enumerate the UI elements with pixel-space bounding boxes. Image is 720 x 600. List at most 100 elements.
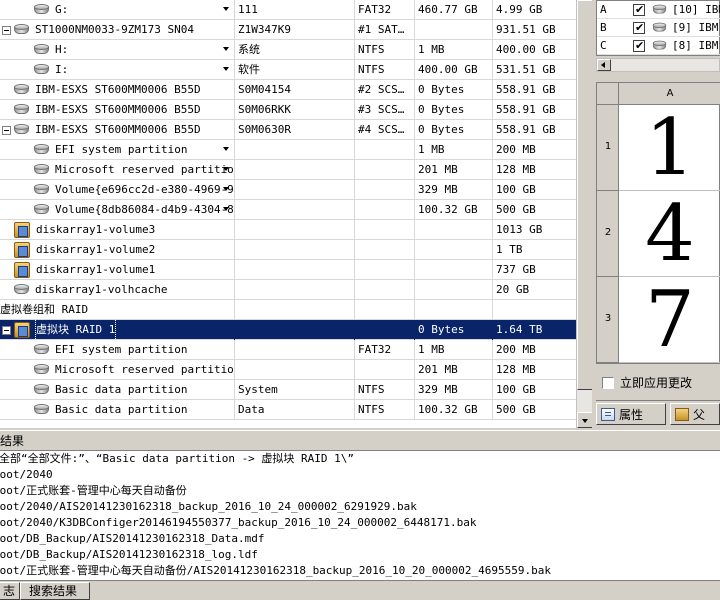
tree-collapse-toggle[interactable] (2, 326, 11, 335)
grid-row-header: 2 (597, 191, 619, 277)
dropdown-arrow-icon[interactable] (223, 47, 229, 51)
disk-icon (652, 22, 667, 34)
result-item[interactable]: Root/2040/AIS20141230162318_backup_2016_… (0, 499, 417, 515)
row-size-cell: 500 GB (496, 203, 536, 216)
row-size-cell: 200 MB (496, 343, 536, 356)
row-fs-cell (355, 240, 415, 260)
disk-table-row[interactable]: EFI system partition 1 MB 200 MB (0, 140, 576, 160)
dropdown-arrow-icon[interactable] (223, 67, 229, 71)
row-free-cell: 329 MB (415, 380, 493, 400)
row-free-cell (415, 220, 493, 240)
tab-properties[interactable]: 属性 (596, 403, 666, 425)
right-panel-tabs: 属性 父 (596, 400, 720, 428)
include-checkbox[interactable] (633, 1, 645, 18)
row-name-cell: diskarray1-volhcache (0, 280, 235, 300)
disk-table-row[interactable]: Volume{8db86084-d4b9-4304-8… 100.32 GB 500… (0, 200, 576, 220)
results-list[interactable]: 全部“全部文件:”、“Basic data partition -> 虚拟块 R… (0, 450, 720, 580)
row-model-cell (235, 260, 355, 280)
row-fs-cell: #2 SCS… (355, 80, 415, 100)
results-panel-title: 结果 (0, 430, 720, 450)
disk-table[interactable]: G: 111 FAT32 460.77 GB 4.99 GB ST1000NM0033-9… (0, 0, 576, 428)
row-free-cell: 0 Bytes (415, 80, 493, 100)
disk-table-row[interactable]: diskarray1-volume3 1013 GB (0, 220, 576, 240)
partition-icon (34, 4, 49, 16)
checkbox-box[interactable] (602, 377, 614, 389)
result-item[interactable]: Root/正式账套-管理中心每天自动备份 (0, 483, 187, 499)
disk-table-row[interactable]: IBM-ESXS ST600MM0006 B55D S0M0630R #4 SCS…… (0, 120, 576, 140)
disk-table-row[interactable]: Volume{e696cc2d-e380-4969-9… 329 MB 100 GB (0, 180, 576, 200)
disk-table-row[interactable]: EFI system partition FAT32 1 MB 200 MB (0, 340, 576, 360)
raid-list-item[interactable]: B [9] IBM- (597, 19, 720, 37)
row-name-label: Microsoft reserved partition (55, 363, 235, 376)
group-header-row[interactable]: 虚拟卷组和 RAID (0, 300, 576, 320)
row-free-cell: 329 MB (415, 180, 493, 200)
row-name-cell: G: (0, 0, 235, 20)
result-item[interactable]: Root/2040 (0, 467, 53, 483)
partition-icon (34, 404, 49, 416)
tree-collapse-toggle[interactable] (2, 126, 11, 135)
row-free-cell (415, 260, 493, 280)
partition-icon (34, 204, 49, 216)
dropdown-arrow-icon[interactable] (223, 7, 229, 11)
disk-table-row[interactable]: Microsoft reserved partition 201 MB 128 MB (0, 360, 576, 380)
disk-table-row[interactable]: Basic data partition System NTFS 329 MB 100 … (0, 380, 576, 400)
include-checkbox[interactable] (633, 19, 645, 36)
disk-table-row[interactable]: 虚拟块 RAID 1 0 Bytes 1.64 TB (0, 320, 576, 340)
dropdown-arrow-icon[interactable] (223, 147, 229, 151)
disk-icon (14, 124, 29, 136)
row-fs-cell (355, 260, 415, 280)
partition-icon (34, 384, 49, 396)
row-size-cell: 500 GB (496, 403, 536, 416)
result-item[interactable]: Root/DB_Backup/AIS20141230162318_Data.md… (0, 531, 265, 547)
tab-search-results[interactable]: 搜索结果 (20, 582, 90, 600)
disk-table-row[interactable]: IBM-ESXS ST600MM0006 B55D S0M04154 #2 SCS…… (0, 80, 576, 100)
result-item[interactable]: Root/正式账套-管理中心每天自动备份/AIS20141230162318_b… (0, 563, 551, 579)
tree-collapse-toggle[interactable] (2, 26, 11, 35)
disk-table-row[interactable]: ST1000NM0033-9ZM173 SN04 Z1W347K9 #1 SAT… 9… (0, 20, 576, 40)
row-fs-cell: NTFS (355, 40, 415, 60)
result-item[interactable]: 全部“全部文件:”、“Basic data partition -> 虚拟块 R… (0, 451, 354, 467)
disk-table-row[interactable]: G: 111 FAT32 460.77 GB 4.99 GB (0, 0, 576, 20)
disk-table-row[interactable]: diskarray1-volume2 1 TB (0, 240, 576, 260)
row-name-cell: diskarray1-volume3 (0, 220, 235, 240)
tab-log[interactable]: 志 (0, 582, 20, 600)
disk-table-row[interactable]: Microsoft reserved partition 201 MB 128 MB (0, 160, 576, 180)
disk-table-row[interactable]: diskarray1-volume1 737 GB (0, 260, 576, 280)
disk-table-vertical-scrollbar[interactable] (576, 0, 593, 428)
row-model-cell (235, 180, 355, 200)
raid-list-item[interactable]: C [8] IBM- (597, 37, 720, 55)
row-name-cell: diskarray1-volume1 (0, 260, 235, 280)
grid-cell-value: 1 (619, 105, 720, 191)
row-name-cell: IBM-ESXS ST600MM0006 B55D (0, 80, 235, 100)
row-model-cell (235, 320, 355, 340)
raid-list-item[interactable]: A [10] IBM- (597, 1, 720, 19)
result-item[interactable]: Root/2040/K3DBConfiger20146194550377_bac… (0, 515, 476, 531)
raid-list-horizontal-scrollbar[interactable] (596, 58, 720, 72)
dropdown-arrow-icon[interactable] (223, 207, 229, 211)
scrollbar-thumb[interactable] (577, 0, 593, 390)
tab-parent[interactable]: 父 (670, 403, 720, 425)
disk-table-row[interactable]: IBM-ESXS ST600MM0006 B55D S0M06RKK #3 SCS…… (0, 100, 576, 120)
scroll-down-button[interactable] (577, 412, 593, 428)
row-name-label: diskarray1-volume1 (36, 263, 156, 276)
row-size-cell (493, 300, 576, 320)
disk-table-row[interactable]: I: 软件 NTFS 400.00 GB 531.51 GB (0, 60, 576, 80)
include-checkbox[interactable] (633, 37, 645, 54)
row-model-cell: 系统 (235, 40, 355, 60)
grid-row-header-label: 3 (604, 313, 612, 324)
raid-disk-list[interactable]: A [10] IBM- B [9] IBM- C [8] IBM- (596, 0, 720, 56)
row-name-label: Basic data partition (55, 403, 188, 416)
row-size-cell: 931.51 GB (496, 23, 556, 36)
dropdown-arrow-icon[interactable] (223, 187, 229, 191)
result-item[interactable]: Root/DB_Backup/AIS20141230162318_log.ldf (0, 547, 258, 563)
disk-table-row[interactable]: Basic data partition Data NTFS 100.32 GB 500… (0, 400, 576, 420)
row-name-cell: EFI system partition (0, 340, 235, 360)
array-icon (14, 222, 30, 238)
scroll-left-button[interactable] (597, 59, 611, 71)
dropdown-arrow-icon[interactable] (223, 167, 229, 171)
disk-table-row[interactable]: diskarray1-volhcache 20 GB (0, 280, 576, 300)
row-fs-cell: FAT32 (355, 0, 415, 20)
row-model-cell: Data (235, 400, 355, 420)
tab-parent-label: 父 (693, 408, 706, 422)
disk-table-row[interactable]: H: 系统 NTFS 1 MB 400.00 GB (0, 40, 576, 60)
